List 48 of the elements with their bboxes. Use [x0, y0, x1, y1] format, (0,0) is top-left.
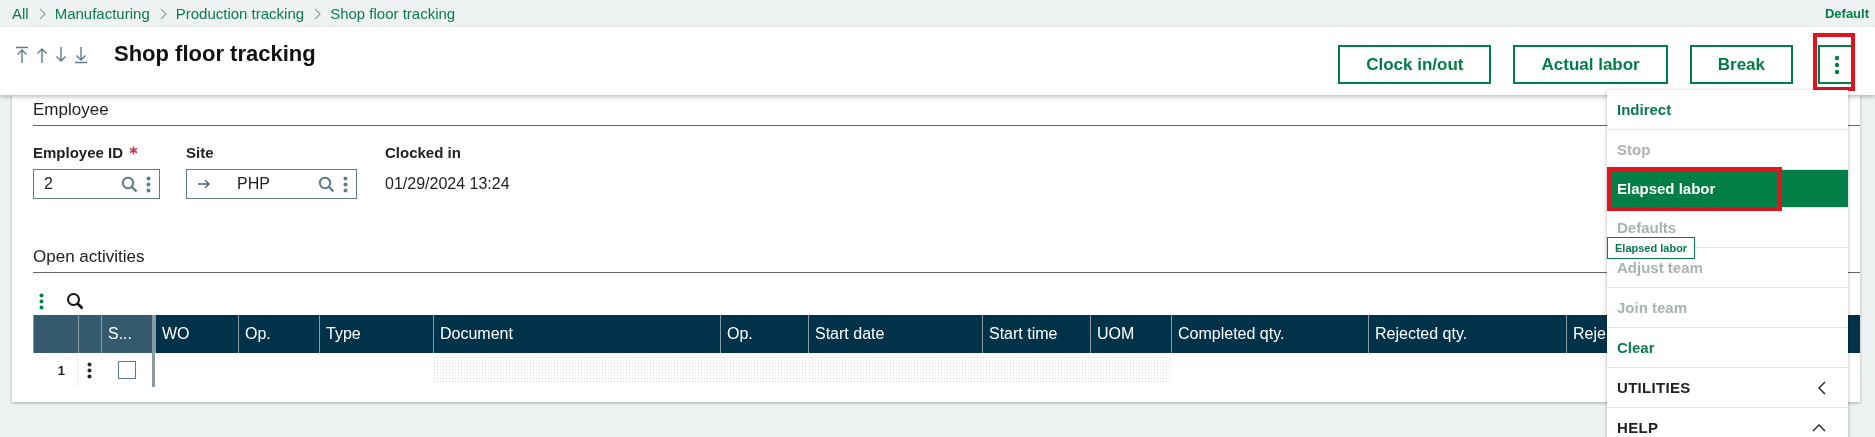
action-button[interactable]: Actual labor: [1513, 45, 1668, 84]
menu-section[interactable]: UTILITIES: [1607, 368, 1848, 408]
arrow-up-icon[interactable]: [36, 46, 48, 64]
column-header[interactable]: Start date: [808, 315, 982, 353]
field-label: Employee ID: [33, 143, 124, 161]
arrow-down-icon[interactable]: [55, 46, 67, 64]
chevron-up-icon: [1812, 423, 1826, 432]
breadcrumb-link[interactable]: Production tracking: [175, 5, 305, 22]
menu-item[interactable]: Elapsed labor: [1607, 170, 1848, 208]
kebab-icon: [1833, 54, 1840, 75]
column-header[interactable]: WO: [155, 315, 238, 353]
field-label: Clocked in: [385, 143, 461, 161]
input-field[interactable]: PHP: [186, 169, 357, 199]
breadcrumb-link[interactable]: All: [12, 5, 29, 22]
column-header[interactable]: UOM: [1090, 315, 1171, 353]
menu-item[interactable]: Indirect: [1607, 90, 1848, 130]
breadcrumb-link[interactable]: Shop floor tracking: [330, 5, 456, 22]
page-title: Shop floor tracking: [114, 41, 316, 67]
column-header[interactable]: S...: [101, 315, 155, 353]
chevron-right-icon: [158, 7, 167, 20]
column-header[interactable]: Op.: [238, 315, 319, 353]
tooltip: Elapsed labor: [1607, 237, 1696, 259]
column-header[interactable]: Start time: [982, 315, 1090, 353]
column-header[interactable]: Rejected qty.: [1368, 315, 1566, 353]
field-value: 01/29/2024 13:24: [385, 175, 510, 193]
search-icon[interactable]: [66, 292, 84, 310]
first-record-icon[interactable]: [15, 46, 29, 64]
column-header[interactable]: Document: [433, 315, 720, 353]
column-header[interactable]: Type: [319, 315, 433, 353]
column-header[interactable]: Completed qty.: [1171, 315, 1368, 353]
kebab-icon[interactable]: [87, 361, 92, 379]
action-button[interactable]: Clock in/out: [1338, 45, 1492, 84]
menu-item[interactable]: Clear: [1607, 328, 1848, 368]
header-cell: [33, 315, 78, 353]
field-label: Site: [186, 143, 214, 161]
chevron-right-icon: [313, 7, 322, 20]
profile-label[interactable]: Default: [1824, 6, 1869, 21]
column-header[interactable]: Op.: [720, 315, 808, 353]
chevron-right-icon: [37, 7, 46, 20]
menu-section[interactable]: HELP: [1607, 408, 1848, 437]
breadcrumb-link[interactable]: Manufacturing: [54, 5, 150, 22]
row-number: 1: [33, 353, 78, 387]
arrow-right-icon[interactable]: [197, 178, 211, 190]
chevron-left-icon: [1818, 380, 1826, 395]
last-record-icon[interactable]: [74, 46, 88, 64]
action-button[interactable]: Break: [1689, 45, 1793, 84]
checkbox[interactable]: [117, 361, 136, 379]
header-cell: [78, 315, 101, 353]
